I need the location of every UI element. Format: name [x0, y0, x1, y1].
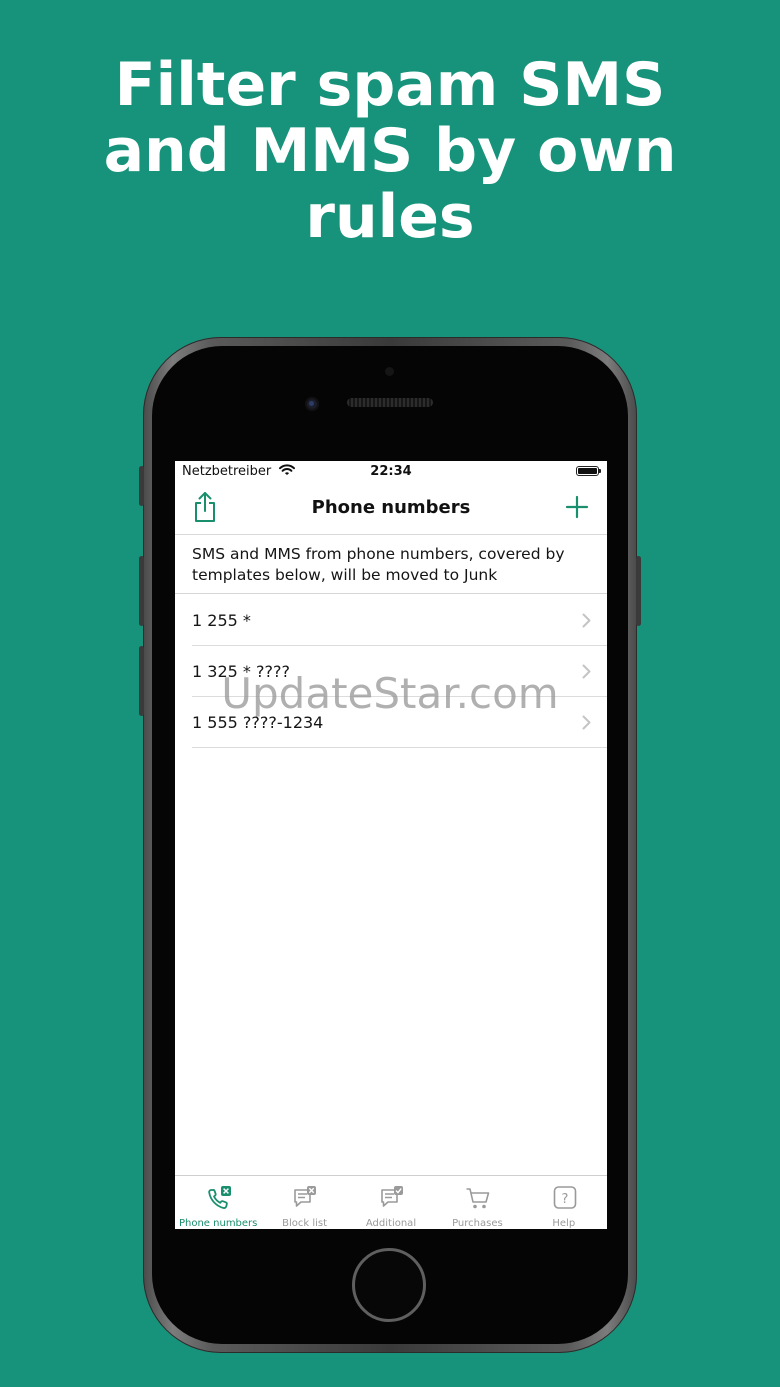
tab-additional[interactable]: Additional: [348, 1176, 434, 1229]
app-screen: Netzbetreiber 22:34 Phone numbers SMS an…: [175, 461, 607, 1229]
home-button[interactable]: [352, 1248, 426, 1322]
plus-icon[interactable]: [565, 495, 589, 519]
phone-block-icon: [208, 1186, 231, 1209]
headline-line-1: Filter spam SMS: [114, 50, 666, 120]
cart-icon: [466, 1188, 490, 1209]
watermark: UpdateStar.com: [221, 669, 559, 718]
tab-label: Help: [552, 1218, 576, 1229]
headline-line-2: and MMS by own: [103, 116, 677, 186]
message-block-icon: [294, 1186, 317, 1207]
battery-icon: [576, 466, 601, 476]
headline: Filter spam SMS and MMS by own rules: [0, 52, 780, 250]
tab-block-list[interactable]: Block list: [261, 1176, 347, 1229]
chevron-right-icon: [582, 613, 591, 628]
tab-label: Additional: [365, 1218, 417, 1229]
tab-label: Purchases: [452, 1218, 503, 1229]
navigation-bar: Phone numbers: [175, 483, 607, 535]
rule-row[interactable]: 1 255 *: [192, 595, 607, 646]
earpiece-speaker: [347, 398, 433, 407]
volume-up-button: [139, 556, 144, 626]
proximity-sensor: [385, 367, 394, 376]
message-check-icon: [380, 1186, 403, 1207]
help-icon: ?: [553, 1186, 576, 1209]
page-title: Phone numbers: [311, 497, 471, 518]
front-camera: [305, 397, 319, 411]
info-description: SMS and MMS from phone numbers, covered …: [175, 535, 607, 594]
tab-purchases[interactable]: Purchases: [434, 1176, 520, 1229]
tab-help[interactable]: ? Help: [521, 1176, 607, 1229]
rule-label: 1 255 *: [192, 611, 251, 630]
headline-line-3: rules: [305, 182, 475, 252]
clock-label: 22:34: [370, 464, 412, 479]
power-button: [636, 556, 641, 626]
tab-label: Phone numbers: [178, 1218, 258, 1229]
tab-label: Block list: [282, 1218, 328, 1229]
mute-switch: [139, 466, 144, 506]
tab-phone-numbers[interactable]: Phone numbers: [175, 1176, 261, 1229]
svg-text:?: ?: [561, 1192, 568, 1207]
tab-bar: Phone numbers Block list Additional Purc…: [175, 1175, 607, 1229]
status-bar: Netzbetreiber 22:34: [175, 461, 607, 483]
